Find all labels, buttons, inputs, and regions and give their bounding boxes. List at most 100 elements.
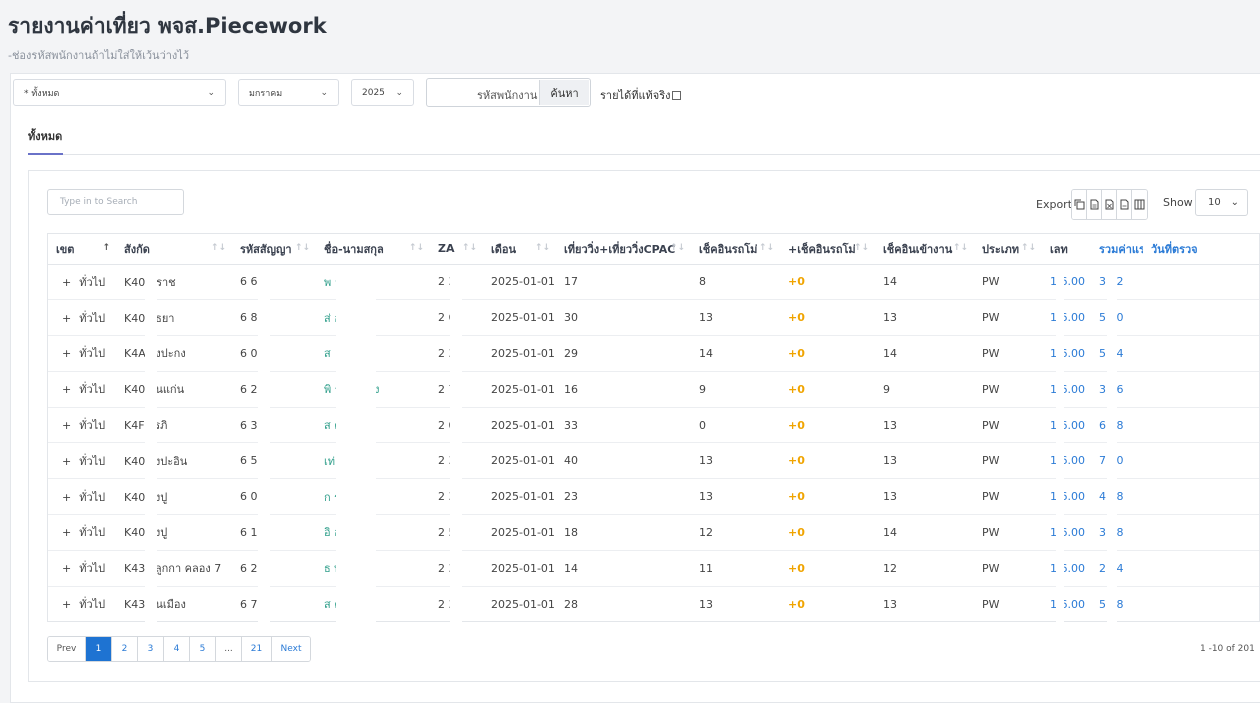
tab-all[interactable]: ทั้งหมด xyxy=(28,127,62,145)
table-cell-zone[interactable]: + ทั่วไป xyxy=(48,478,116,516)
column-header[interactable]: เดือน ↑↓ xyxy=(483,234,556,265)
table-cell-contract: 6 2 xyxy=(232,550,316,587)
table-cell-check-date xyxy=(1143,550,1259,587)
table-cell-checkin-mixer: 0 xyxy=(691,407,780,444)
column-header[interactable]: ZA ↑↓ xyxy=(430,234,483,265)
zone-label: ทั่วไป xyxy=(79,562,106,576)
table-row[interactable]: +ทั่วไปK43 อนเมือง6 7ส คำ2 342025-01-012… xyxy=(48,586,1259,621)
table-cell-check-date xyxy=(1143,514,1259,551)
zone-label: ทั่วไป xyxy=(79,275,106,289)
table-cell-zone[interactable]: + ทั่วไป xyxy=(48,371,116,408)
show-label: Show xyxy=(1163,196,1193,209)
excel-icon[interactable] xyxy=(1102,190,1117,219)
table-cell-check-date xyxy=(1143,299,1259,337)
expand-row-icon[interactable]: + xyxy=(62,562,71,575)
column-header[interactable]: เที่ยววิ่ง+เที่ยววิ่งCPAC ↑↓ xyxy=(556,234,691,265)
expand-row-icon[interactable]: + xyxy=(62,491,71,504)
column-header[interactable]: เช็คอินเข้างาน ↑↓ xyxy=(875,234,974,265)
next-page-button[interactable]: Next xyxy=(272,637,310,661)
tab-divider xyxy=(28,154,1260,155)
page-button[interactable]: 3 xyxy=(138,637,164,661)
employee-id-input[interactable]: รหัสพนักงาน ค้นหา xyxy=(426,78,591,107)
table-cell-checkin-mixer-plus: +0 xyxy=(780,264,875,301)
table-row[interactable]: +ทั่วไปK43 าลูกกา คลอง 76 2ธ ษย์2 332025… xyxy=(48,550,1259,587)
table-row[interactable]: +ทั่วไปK40 คราช6 6พ าง2 302025-01-01178+… xyxy=(48,264,1259,301)
expand-row-icon[interactable]: + xyxy=(62,526,71,539)
search-button[interactable]: ค้นหา xyxy=(539,80,589,105)
year-select[interactable]: 2025 ⌄ xyxy=(351,79,414,106)
columns-icon[interactable] xyxy=(1132,190,1147,219)
csv-icon[interactable] xyxy=(1087,190,1102,219)
column-header[interactable]: เขต ↑ xyxy=(48,234,116,265)
table-cell-checkin-work: 9 xyxy=(875,371,974,408)
employee-id-placeholder: รหัสพนักงาน xyxy=(477,89,538,102)
page-button[interactable]: 1 xyxy=(86,637,112,661)
table-cell-total: 2 34 xyxy=(1091,550,1143,587)
table-cell-contract: 6 1 xyxy=(232,514,316,551)
page-button[interactable]: 5 xyxy=(190,637,216,661)
expand-row-icon[interactable]: + xyxy=(62,455,71,468)
table-cell-month: 2025-01-01 xyxy=(483,299,556,337)
expand-row-icon[interactable]: + xyxy=(62,383,71,396)
column-header[interactable]: เช็คอินรถโม่ ↑↓ xyxy=(691,234,780,265)
column-header[interactable]: เลท xyxy=(1042,234,1091,265)
expand-row-icon[interactable]: + xyxy=(62,276,71,289)
table-cell-zone[interactable]: + ทั่วไป xyxy=(48,442,116,480)
table-cell-unit: K43 อนเมือง xyxy=(124,598,186,612)
table-cell-checkin-mixer-plus: +0 xyxy=(780,407,875,444)
page-button[interactable]: 4 xyxy=(164,637,190,661)
column-header[interactable]: รวมค่าแรง xyxy=(1091,234,1143,265)
copy-icon[interactable] xyxy=(1072,190,1087,219)
table-cell-zone[interactable]: + ทั่วไป xyxy=(48,550,116,587)
table-row[interactable]: +ทั่วไปK4A างปะกง6 0ส2 352025-01-012914+… xyxy=(48,335,1259,372)
expand-row-icon[interactable]: + xyxy=(62,347,71,360)
table-cell-checkin-work: 13 xyxy=(875,299,974,337)
table-row[interactable]: +ทั่วไปK40 างปู6 0ก รา2 352025-01-012313… xyxy=(48,478,1259,516)
table-cell-zone[interactable]: + ทั่วไป xyxy=(48,264,116,301)
table-row[interactable]: +ทั่วไปK40 อนแก่น6 2พิ รูก้านตรง2 712025… xyxy=(48,371,1259,408)
prev-page-button[interactable]: Prev xyxy=(48,637,86,661)
column-header[interactable]: ชื่อ-นามสกุล ↑↓ xyxy=(316,234,430,265)
table-cell-late: 1 6.00 xyxy=(1042,335,1091,372)
division-select[interactable]: * ทั้งหมด ⌄ xyxy=(13,79,226,106)
table-cell-zone[interactable]: + ทั่วไป xyxy=(48,299,116,337)
table-row[interactable]: +ทั่วไปK40 ยุธยา6 8ส่ อภาร2 632025-01-01… xyxy=(48,299,1259,337)
column-header[interactable]: ประเภท ↑↓ xyxy=(974,234,1042,265)
column-header[interactable]: รหัสสัญญา ↑↓ xyxy=(232,234,316,265)
column-header[interactable]: +เช็คอินรถโม่ ↑↓ xyxy=(780,234,875,265)
table-cell-checkin-mixer: 11 xyxy=(691,550,780,587)
expand-row-icon[interactable]: + xyxy=(62,419,71,432)
table-cell-check-date xyxy=(1143,264,1259,301)
table-row[interactable]: +ทั่วไปK40 างปะอิน6 5เท่2 312025-01-0140… xyxy=(48,442,1259,480)
table-cell-zone[interactable]: + ทั่วไป xyxy=(48,514,116,551)
table-cell-zone[interactable]: + ทั่วไป xyxy=(48,335,116,372)
expand-row-icon[interactable]: + xyxy=(62,312,71,325)
table-cell-checkin-mixer: 13 xyxy=(691,442,780,480)
table-cell-trips: 28 xyxy=(564,597,578,611)
table-search-input[interactable]: Type in to Search xyxy=(47,189,184,215)
page-button[interactable]: 2 xyxy=(112,637,138,661)
table-cell-checkin-mixer: 13 xyxy=(699,597,713,611)
table-cell-type: PW xyxy=(982,597,1000,611)
pdf-icon[interactable] xyxy=(1117,190,1132,219)
table-cell-late: 1 6.00 xyxy=(1042,442,1091,480)
table-row[interactable]: +ทั่วไปK40 างปู6 1อิ อน2 522025-01-01181… xyxy=(48,514,1259,551)
page-button[interactable]: 21 xyxy=(242,637,272,661)
table-cell-checkin-mixer-plus: +0 xyxy=(780,442,875,480)
expand-row-icon[interactable]: + xyxy=(62,598,71,611)
actual-income-toggle[interactable]: รายได้ที่แท้จริง xyxy=(600,86,681,104)
table-cell-zone[interactable]: + ทั่วไป xyxy=(48,407,116,444)
column-header[interactable]: สังกัด ↑↓ xyxy=(116,234,232,265)
month-select[interactable]: มกราคม ⌄ xyxy=(238,79,339,106)
table-cell-checkin-work: 13 xyxy=(875,442,974,480)
sort-icon: ↑↓ xyxy=(758,243,774,253)
table-cell-check-date xyxy=(1143,442,1259,480)
table-cell-zone[interactable]: + ทั่วไป xyxy=(48,586,116,621)
table-cell-total: 4 38 xyxy=(1091,478,1143,516)
table-cell-unit: K43 าลูกกา คลอง 7 xyxy=(116,550,232,587)
actual-income-checkbox[interactable] xyxy=(671,90,681,100)
column-header[interactable]: วันที่ตรวจ xyxy=(1143,234,1259,265)
page-size-value: 10 xyxy=(1208,197,1221,208)
page-size-select[interactable]: 10 ⌄ xyxy=(1195,189,1248,216)
table-row[interactable]: +ทั่วไปK4F ารภิ6 3ส ตา2 052025-01-01330+… xyxy=(48,407,1259,444)
